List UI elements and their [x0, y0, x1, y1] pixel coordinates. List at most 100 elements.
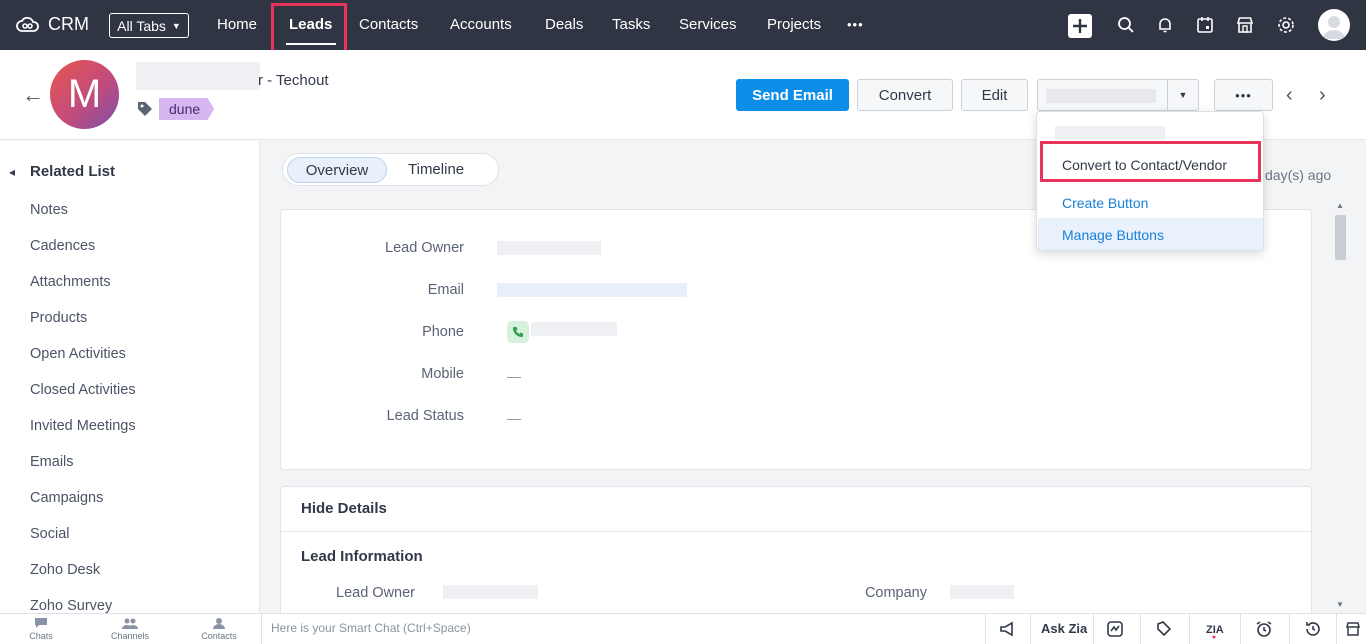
back-arrow-icon[interactable]: ← — [22, 82, 44, 108]
dropdown-value-redacted — [1046, 89, 1156, 103]
sidebar-item-invited-meetings[interactable]: Invited Meetings — [30, 418, 136, 434]
menu-item-manage-buttons[interactable]: Manage Buttons — [1062, 227, 1164, 243]
create-new-button[interactable] — [1068, 14, 1092, 38]
phone-icon[interactable] — [507, 321, 529, 343]
user-avatar[interactable] — [1318, 9, 1350, 41]
bell-icon[interactable] — [1155, 15, 1175, 35]
detail-label-company: Company — [864, 585, 927, 601]
field-value-mobile: — — [507, 368, 521, 384]
nav-services[interactable]: Services — [679, 16, 737, 33]
field-label-lead-status: Lead Status — [386, 408, 464, 424]
dropdown-toggle-button[interactable]: ▼ — [1167, 79, 1199, 111]
all-tabs-label: All Tabs — [117, 17, 166, 34]
nav-contacts[interactable]: Contacts — [359, 16, 418, 33]
leads-tab-underline — [286, 43, 336, 45]
sidebar-item-social[interactable]: Social — [30, 526, 70, 542]
detail-value-company-redacted — [950, 585, 1014, 599]
bottom-channels[interactable]: Channels — [100, 617, 160, 641]
scrollbar-thumb[interactable] — [1335, 215, 1346, 260]
menu-item-create-button[interactable]: Create Button — [1062, 195, 1148, 211]
sidebar-item-open-activities[interactable]: Open Activities — [30, 346, 126, 362]
view-switcher: Overview Timeline — [282, 153, 499, 186]
ask-zia-button[interactable]: Ask Zia — [1041, 621, 1087, 636]
caret-down-icon: ▼ — [171, 20, 181, 31]
sidebar-item-emails[interactable]: Emails — [30, 454, 74, 470]
bottom-channels-label: Channels — [110, 631, 150, 641]
zia-insights-icon[interactable] — [1105, 619, 1125, 639]
chat-icon — [35, 618, 47, 628]
section-title-lead-information: Lead Information — [301, 548, 423, 565]
field-label-lead-owner: Lead Owner — [385, 240, 464, 256]
bottom-contacts[interactable]: Contacts — [189, 617, 249, 641]
details-card — [280, 486, 1312, 626]
divider — [261, 614, 262, 644]
menu-header-redacted — [1055, 126, 1165, 140]
nav-projects[interactable]: Projects — [767, 16, 821, 33]
tag-flow-icon[interactable] — [1154, 619, 1174, 639]
detail-label-lead-owner: Lead Owner — [336, 585, 415, 601]
sidebar-item-cadences[interactable]: Cadences — [30, 238, 95, 254]
sidebar-item-campaigns[interactable]: Campaigns — [30, 490, 103, 506]
sidebar-item-closed-activities[interactable]: Closed Activities — [30, 382, 136, 398]
next-record-icon[interactable]: › — [1319, 84, 1326, 107]
search-icon[interactable] — [1116, 15, 1136, 35]
tag-icon[interactable] — [136, 100, 154, 118]
detail-value-lead-owner-redacted — [443, 585, 538, 599]
send-email-button[interactable]: Send Email — [736, 79, 849, 111]
plus-icon — [1073, 19, 1087, 33]
svg-text:ZIA: ZIA — [1206, 624, 1224, 636]
divider — [1140, 614, 1141, 644]
last-modified-text: day(s) ago — [1265, 167, 1332, 183]
sidebar-item-zoho-desk[interactable]: Zoho Desk — [30, 562, 100, 578]
crm-cloud-icon — [16, 16, 39, 32]
nav-tasks[interactable]: Tasks — [612, 16, 650, 33]
divider — [1240, 614, 1241, 644]
previous-record-icon[interactable]: ‹ — [1286, 84, 1293, 107]
history-icon[interactable] — [1303, 619, 1323, 639]
nav-more-icon[interactable]: ••• — [847, 17, 864, 32]
sidebar-item-attachments[interactable]: Attachments — [30, 274, 111, 290]
related-list-title: Related List — [30, 163, 116, 180]
scroll-up-icon[interactable]: ▲ — [1336, 201, 1344, 210]
record-name-company: r - Techout — [258, 72, 329, 89]
nav-accounts[interactable]: Accounts — [450, 16, 512, 33]
scrollbar[interactable] — [1332, 200, 1348, 614]
custom-button-dropdown[interactable] — [1037, 79, 1168, 111]
all-tabs-button[interactable]: All Tabs ▼ — [109, 13, 189, 38]
divider — [1189, 614, 1190, 644]
alarm-clock-icon[interactable] — [1254, 619, 1274, 639]
more-actions-button[interactable]: ••• — [1214, 79, 1273, 111]
tag-chip[interactable]: dune — [159, 98, 215, 120]
calendar-icon[interactable] — [1195, 15, 1215, 35]
divider — [1289, 614, 1290, 644]
bottom-chats-label: Chats — [29, 631, 53, 641]
edit-button[interactable]: Edit — [961, 79, 1028, 111]
megaphone-icon[interactable] — [998, 619, 1018, 639]
sidebar-item-notes[interactable]: Notes — [30, 202, 68, 218]
crm-logo[interactable]: CRM — [16, 14, 89, 35]
store-icon[interactable] — [1343, 619, 1363, 639]
divider — [1336, 614, 1337, 644]
bottom-contacts-label: Contacts — [201, 631, 237, 641]
sidebar-item-products[interactable]: Products — [30, 310, 87, 326]
field-label-email: Email — [427, 282, 464, 298]
tab-overview[interactable]: Overview — [287, 157, 387, 183]
collapse-sidebar-icon[interactable]: ◂ — [9, 165, 15, 179]
convert-item-highlight — [1040, 141, 1261, 182]
field-value-phone-redacted[interactable] — [531, 322, 617, 336]
tab-timeline[interactable]: Timeline — [408, 161, 464, 178]
gear-icon[interactable] — [1276, 15, 1296, 35]
nav-home[interactable]: Home — [217, 16, 257, 33]
marketplace-icon[interactable] — [1235, 15, 1255, 35]
field-value-lead-owner-redacted — [497, 241, 601, 255]
zia-icon[interactable]: ZIA — [1204, 619, 1224, 639]
convert-button[interactable]: Convert — [857, 79, 953, 111]
scroll-down-icon[interactable]: ▼ — [1336, 600, 1344, 609]
smart-chat-input[interactable]: Here is your Smart Chat (Ctrl+Space) — [271, 621, 471, 635]
sidebar-item-zoho-survey[interactable]: Zoho Survey — [30, 598, 112, 614]
field-value-email-redacted[interactable] — [497, 283, 687, 297]
app-name: CRM — [48, 14, 89, 34]
nav-deals[interactable]: Deals — [545, 16, 583, 33]
hide-details-toggle[interactable]: Hide Details — [301, 500, 387, 517]
bottom-chats[interactable]: Chats — [11, 617, 71, 641]
